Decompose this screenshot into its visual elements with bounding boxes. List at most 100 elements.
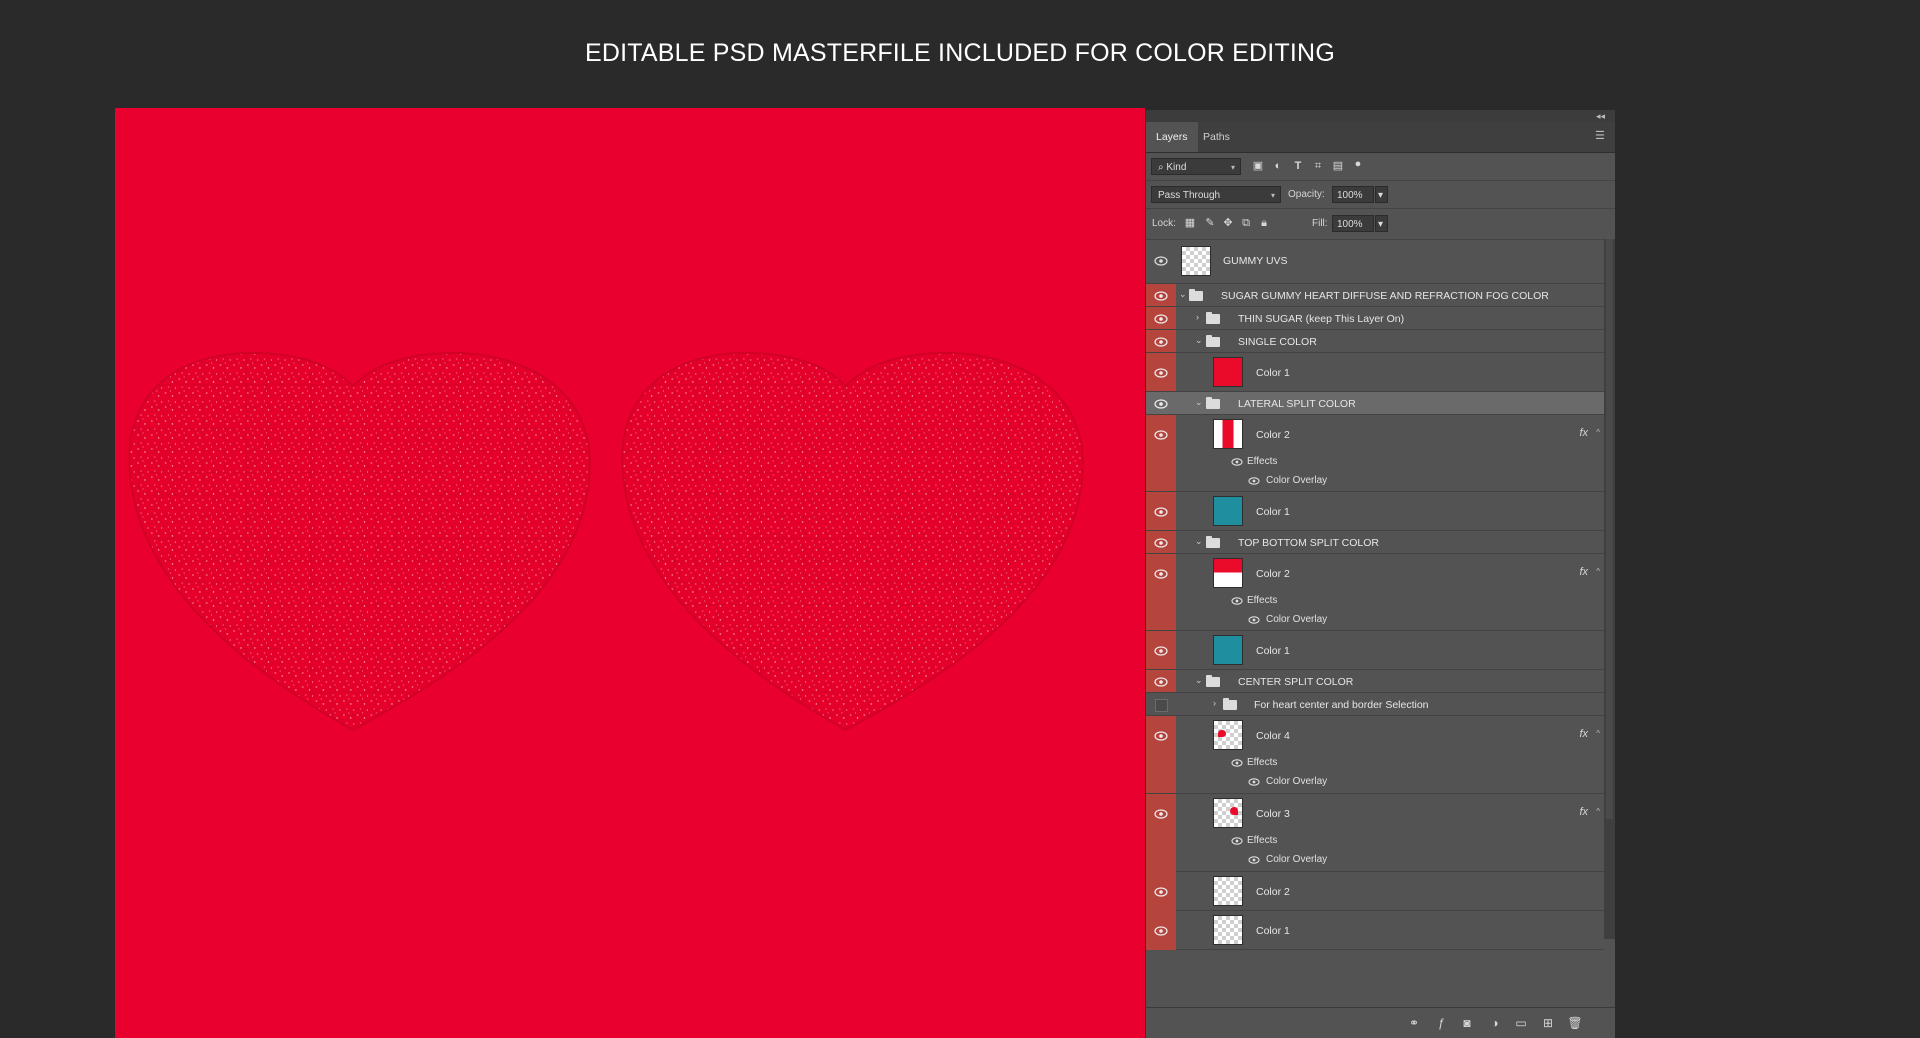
fill-value: 100%: [1337, 219, 1363, 230]
visibility-toggle[interactable]: [1146, 872, 1176, 910]
layer-center-color-3[interactable]: Color 3 fx ^ Effects Color Overlay: [1146, 794, 1604, 872]
eye-icon[interactable]: [1248, 856, 1260, 864]
visibility-toggle[interactable]: [1146, 716, 1176, 793]
lock-transparent-icon[interactable]: ▦: [1182, 215, 1198, 231]
eye-icon[interactable]: [1248, 778, 1260, 786]
chevron-down-icon[interactable]: ⌄: [1195, 675, 1203, 686]
lock-artboard-icon[interactable]: ⧉: [1238, 215, 1254, 231]
adjustment-layer-icon[interactable]: ◑: [1486, 1014, 1504, 1032]
group-heart-center-selection[interactable]: › For heart center and border Selection: [1146, 693, 1604, 716]
new-layer-icon[interactable]: ⊞: [1539, 1014, 1557, 1032]
eye-icon[interactable]: [1248, 477, 1260, 485]
group-thin-sugar[interactable]: › THIN SUGAR (keep This Layer On): [1146, 307, 1604, 330]
chevron-down-icon[interactable]: ⌄: [1195, 397, 1203, 408]
panel-menu-icon[interactable]: ☰: [1595, 130, 1607, 142]
layer-gummy-uvs[interactable]: GUMMY UVS: [1146, 239, 1604, 284]
fill-input[interactable]: 100%: [1332, 215, 1374, 232]
lock-paint-icon[interactable]: ✎: [1202, 215, 1218, 231]
folder-icon: [1189, 289, 1203, 301]
layer-lateral-color-2[interactable]: Color 2 fx ^ Effects Color Overlay: [1146, 415, 1604, 492]
eye-icon[interactable]: [1231, 759, 1243, 767]
link-layers-icon[interactable]: ⚭: [1405, 1014, 1423, 1032]
chevron-down-icon[interactable]: ⌄: [1179, 289, 1187, 300]
chevron-up-icon[interactable]: ^: [1596, 428, 1600, 437]
blend-mode-select[interactable]: Pass Through ▾: [1151, 186, 1281, 203]
eye-icon[interactable]: [1231, 837, 1243, 845]
chevron-up-icon[interactable]: ^: [1596, 807, 1600, 816]
layer-name: GUMMY UVS: [1223, 255, 1288, 267]
visibility-toggle[interactable]: [1146, 531, 1176, 553]
eye-icon: [1154, 731, 1168, 741]
fx-icon[interactable]: fx: [1579, 806, 1588, 818]
folder-icon: [1223, 698, 1237, 710]
trash-icon[interactable]: 🗑︎: [1566, 1014, 1584, 1032]
panel-footer: ⚭ ƒ ◙ ◑ ▭ ⊞ 🗑︎: [1146, 1007, 1615, 1038]
hearts-uv-art: [128, 351, 1084, 732]
visibility-toggle[interactable]: [1146, 631, 1176, 669]
filter-pixel-icon[interactable]: ▣: [1250, 158, 1266, 174]
layers-scrollbar[interactable]: [1604, 239, 1615, 939]
visibility-toggle[interactable]: [1146, 353, 1176, 391]
visibility-toggle[interactable]: [1146, 415, 1176, 491]
filter-smartobject-icon[interactable]: ▤: [1330, 158, 1346, 174]
fx-icon[interactable]: fx: [1579, 728, 1588, 740]
eye-icon: [1154, 538, 1168, 548]
filter-toggle-icon[interactable]: ●: [1350, 156, 1366, 172]
layer-top-bottom-color-2[interactable]: Color 2 fx ^ Effects Color Overlay: [1146, 554, 1604, 631]
add-mask-icon[interactable]: ◙: [1458, 1014, 1476, 1032]
group-lateral-split-color[interactable]: ⌄ LATERAL SPLIT COLOR: [1146, 392, 1604, 415]
layer-center-color-2[interactable]: Color 2: [1146, 872, 1604, 911]
eye-icon[interactable]: [1231, 597, 1243, 605]
opacity-input[interactable]: 100%: [1332, 186, 1374, 203]
lock-move-icon[interactable]: ✥: [1220, 215, 1236, 231]
blend-mode-value: Pass Through: [1158, 190, 1221, 201]
chevron-right-icon[interactable]: ›: [1196, 312, 1199, 322]
chevron-down-icon: ▾: [1270, 191, 1275, 200]
group-top-bottom-split-color[interactable]: ⌄ TOP BOTTOM SPLIT COLOR: [1146, 531, 1604, 554]
visibility-toggle[interactable]: [1146, 794, 1176, 871]
eye-icon[interactable]: [1248, 616, 1260, 624]
chevron-right-icon[interactable]: ›: [1213, 698, 1216, 708]
visibility-toggle[interactable]: [1146, 670, 1176, 692]
visibility-toggle[interactable]: [1146, 330, 1176, 352]
chevron-down-icon[interactable]: ⌄: [1195, 335, 1203, 346]
chevron-up-icon[interactable]: ^: [1596, 567, 1600, 576]
add-style-icon[interactable]: ƒ: [1432, 1014, 1450, 1032]
layer-top-bottom-color-1[interactable]: Color 1: [1146, 631, 1604, 670]
layer-center-color-4[interactable]: Color 4 fx ^ Effects Color Overlay: [1146, 716, 1604, 794]
group-sugar-gummy-heart[interactable]: ⌄ SUGAR GUMMY HEART DIFFUSE AND REFRACTI…: [1146, 284, 1604, 307]
group-single-color[interactable]: ⌄ SINGLE COLOR: [1146, 330, 1604, 353]
fill-dropdown[interactable]: ▾: [1375, 215, 1388, 232]
filter-kind-select[interactable]: ⌕ Kind ▾: [1151, 158, 1241, 175]
visibility-toggle[interactable]: [1146, 693, 1176, 715]
visibility-toggle[interactable]: [1146, 307, 1176, 329]
visibility-toggle[interactable]: [1146, 284, 1176, 306]
collapse-panel-icon[interactable]: ◂◂: [1596, 110, 1605, 122]
visibility-toggle[interactable]: [1146, 911, 1176, 949]
visibility-toggle[interactable]: [1146, 492, 1176, 530]
opacity-dropdown[interactable]: ▾: [1375, 186, 1388, 203]
tab-paths[interactable]: Paths: [1193, 122, 1240, 152]
tab-layers[interactable]: Layers: [1146, 122, 1198, 152]
fx-icon[interactable]: fx: [1579, 566, 1588, 578]
new-group-icon[interactable]: ▭: [1512, 1014, 1530, 1032]
layer-single-color-1[interactable]: Color 1: [1146, 353, 1604, 392]
chevron-up-icon[interactable]: ^: [1596, 729, 1600, 738]
lock-all-icon[interactable]: 🔒︎: [1256, 215, 1272, 231]
layer-lateral-color-1[interactable]: Color 1: [1146, 492, 1604, 531]
fx-icon[interactable]: fx: [1579, 427, 1588, 439]
visibility-toggle[interactable]: [1146, 239, 1176, 283]
group-center-split-color[interactable]: ⌄ CENTER SPLIT COLOR: [1146, 670, 1604, 693]
folder-icon: [1206, 536, 1220, 548]
scrollbar-thumb[interactable]: [1606, 239, 1613, 819]
chevron-down-icon[interactable]: ⌄: [1195, 536, 1203, 547]
filter-shape-icon[interactable]: ⌗: [1310, 158, 1326, 174]
folder-icon: [1206, 312, 1220, 324]
filter-type-icon[interactable]: T: [1290, 158, 1306, 174]
visibility-toggle[interactable]: [1146, 392, 1176, 414]
layer-center-color-1[interactable]: Color 1: [1146, 911, 1604, 950]
visibility-toggle[interactable]: [1146, 554, 1176, 630]
filter-adjustment-icon[interactable]: ◐: [1270, 158, 1286, 174]
eye-icon[interactable]: [1231, 458, 1243, 466]
effects-label: Effects: [1247, 456, 1278, 467]
